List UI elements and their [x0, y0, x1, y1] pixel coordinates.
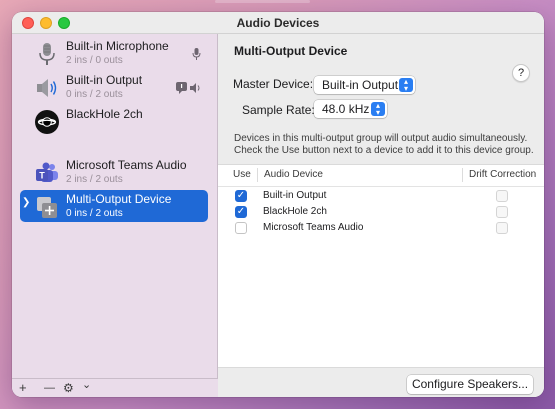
device-io: 2 ins / 0 outs	[66, 55, 123, 66]
microphone-icon	[39, 43, 55, 65]
device-name: Built-in Output	[66, 73, 143, 87]
use-checkbox[interactable]: ✓	[235, 190, 247, 202]
column-header-drift-correction[interactable]: Drift Correction	[469, 169, 536, 180]
speaker-output-icon	[190, 83, 200, 93]
table-header-divider	[218, 186, 544, 187]
sample-rate-label: Sample Rate:	[242, 103, 315, 117]
device-detail-pane: Multi-Output Device ? Master Device: Bui…	[218, 34, 544, 397]
device-sidebar: Built-in Microphone 2 ins / 0 outs Built…	[12, 34, 218, 397]
popup-arrows-icon: ▴ ▾	[371, 102, 385, 117]
titlebar: Audio Devices	[12, 12, 544, 34]
audio-device-name: Built-in Output	[263, 190, 327, 201]
use-checkbox[interactable]: ✓	[235, 206, 247, 218]
sidebar-item-multi-output-device[interactable]: ❯ Multi-Output Device 0 ins / 2 outs	[20, 190, 208, 222]
sidebar-item-built-in-microphone[interactable]: Built-in Microphone 2 ins / 0 outs	[20, 37, 208, 69]
configure-speakers-button[interactable]: Configure Speakers...	[407, 375, 533, 394]
teams-icon: T	[36, 162, 58, 182]
master-device-label: Master Device:	[233, 77, 314, 91]
sidebar-item-built-in-output[interactable]: Built-in Output 0 ins / 2 outs	[20, 71, 208, 103]
master-device-popup[interactable]: Built-in Output ▴ ▾	[314, 76, 415, 94]
drift-correction-checkbox[interactable]	[496, 222, 508, 234]
sidebar-item-microsoft-teams-audio[interactable]: T Microsoft Teams Audio 2 ins / 2 outs	[20, 156, 208, 188]
device-io: 0 ins / 2 outs	[66, 208, 123, 219]
window-title: Audio Devices	[236, 16, 320, 30]
device-name: Multi-Output Device	[66, 192, 172, 206]
alert-badge-icon	[176, 82, 187, 94]
drift-correction-checkbox[interactable]	[496, 206, 508, 218]
master-device-value: Built-in Output	[322, 78, 399, 92]
device-table: Use Audio Device Drift Correction ✓ Buil…	[218, 164, 544, 368]
sidebar-footer: + — ⚙ ⌄	[12, 378, 218, 397]
column-divider	[257, 168, 258, 182]
sample-rate-popup[interactable]: 48.0 kHz ▴ ▾	[314, 100, 387, 118]
page-title: Multi-Output Device	[234, 44, 348, 58]
remove-device-button[interactable]: —	[44, 380, 55, 396]
column-header-audio-device[interactable]: Audio Device	[264, 169, 323, 180]
sample-rate-value: 48.0 kHz	[322, 102, 370, 116]
device-name: Built-in Microphone	[66, 39, 169, 53]
device-io: 0 ins / 2 outs	[66, 89, 123, 100]
sidebar-item-blackhole-2ch[interactable]: BlackHole 2ch	[20, 105, 208, 137]
column-header-use[interactable]: Use	[233, 169, 251, 180]
help-button[interactable]: ?	[512, 64, 530, 82]
svg-text:T: T	[39, 171, 45, 181]
drift-correction-checkbox[interactable]	[496, 190, 508, 202]
use-checkbox[interactable]	[235, 222, 247, 234]
table-row: ✓ BlackHole 2ch	[218, 204, 544, 220]
blackhole-icon	[35, 110, 59, 134]
device-io: 2 ins / 2 outs	[66, 174, 123, 185]
group-description: Devices in this multi-output group will …	[234, 133, 534, 156]
background-menubar-hint	[215, 0, 310, 3]
table-row: Microsoft Teams Audio	[218, 220, 544, 236]
column-divider	[462, 168, 463, 182]
multi-output-icon	[37, 197, 57, 218]
add-device-button[interactable]: +	[19, 380, 27, 396]
audio-device-name: Microsoft Teams Audio	[263, 222, 364, 233]
device-name: Microsoft Teams Audio	[66, 158, 187, 172]
popup-arrows-icon: ▴ ▾	[399, 78, 413, 93]
audio-device-name: BlackHole 2ch	[263, 206, 327, 217]
mic-input-icon	[192, 48, 201, 60]
audio-devices-window: Audio Devices Built-in Microphone 2 ins …	[12, 12, 544, 397]
device-name: BlackHole 2ch	[66, 107, 143, 121]
chevron-right-icon[interactable]: ❯	[22, 197, 30, 208]
table-row: ✓ Built-in Output	[218, 188, 544, 204]
gear-icon[interactable]: ⚙	[63, 380, 74, 396]
chevron-down-icon[interactable]: ⌄	[82, 377, 91, 393]
speaker-icon	[37, 79, 57, 97]
